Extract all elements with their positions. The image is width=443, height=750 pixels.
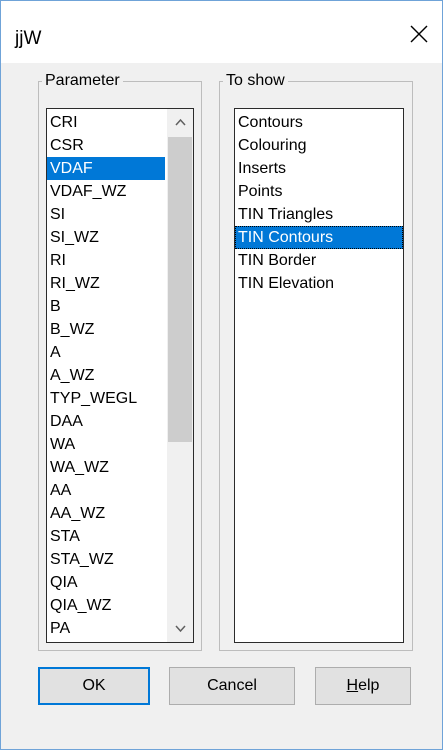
parameter-item[interactable]: A_WZ [47, 364, 165, 387]
parameter-item[interactable]: WA_WZ [47, 456, 165, 479]
parameter-list-items: CRI CSR VDAF VDAF_WZ SI SI_WZ RI RI_WZ B B_WZ A A_W… [47, 111, 165, 640]
parameter-item[interactable]: TYP_WEGL [47, 387, 165, 410]
parameter-item[interactable]: CSR [47, 134, 165, 157]
parameter-item[interactable]: QIA [47, 571, 165, 594]
parameter-item[interactable]: QIA_WZ [47, 594, 165, 617]
parameter-list[interactable]: CRI CSR VDAF VDAF_WZ SI SI_WZ RI RI_WZ B B_WZ A A_W… [46, 108, 194, 643]
parameter-item[interactable]: WA [47, 433, 165, 456]
parameter-item[interactable]: PA [47, 617, 165, 640]
parameter-item[interactable]: B [47, 295, 165, 318]
ok-button[interactable]: OK [38, 667, 150, 705]
parameter-item[interactable]: A [47, 341, 165, 364]
parameter-group-label: Parameter [42, 70, 123, 92]
chevron-up-icon [175, 118, 186, 126]
parameter-item[interactable]: SI_WZ [47, 226, 165, 249]
parameter-item[interactable]: VDAF_WZ [47, 180, 165, 203]
to-show-item[interactable]: TIN Border [235, 249, 403, 272]
help-button[interactable]: Help [315, 667, 411, 705]
to-show-list[interactable]: Contours Colouring Inserts Points TIN Triang… [234, 108, 404, 643]
to-show-item[interactable]: TIN Elevation [235, 272, 403, 295]
parameter-item[interactable]: RI_WZ [47, 272, 165, 295]
to-show-item[interactable]: TIN Triangles [235, 203, 403, 226]
parameter-item[interactable]: AA_WZ [47, 502, 165, 525]
parameter-item[interactable]: STA_WZ [47, 548, 165, 571]
dialog-window: jjW Parameter CRI CSR VDAF VDAF_WZ SI SI_WZ RI… [0, 0, 443, 750]
title-bar[interactable]: jjW [1, 1, 442, 63]
to-show-item[interactable]: TIN Contours [235, 226, 403, 249]
parameter-item[interactable]: B_WZ [47, 318, 165, 341]
parameter-item[interactable]: DAA [47, 410, 165, 433]
to-show-group-label: To show [223, 70, 288, 92]
window-title: jjW [15, 28, 42, 49]
parameter-item[interactable]: CRI [47, 111, 165, 134]
parameter-item[interactable]: AA [47, 479, 165, 502]
to-show-list-items: Contours Colouring Inserts Points TIN Triang… [235, 111, 403, 295]
close-icon [410, 25, 428, 43]
parameter-scrollbar[interactable] [167, 109, 193, 642]
parameter-item[interactable]: SI [47, 203, 165, 226]
to-show-item[interactable]: Inserts [235, 157, 403, 180]
scroll-down-button[interactable] [167, 616, 193, 642]
help-button-label: elp [358, 677, 380, 694]
parameter-item[interactable]: VDAF [47, 157, 165, 180]
to-show-item[interactable]: Points [235, 180, 403, 203]
scroll-up-button[interactable] [167, 109, 193, 135]
parameter-item[interactable]: STA [47, 525, 165, 548]
parameter-group: Parameter CRI CSR VDAF VDAF_WZ SI SI_WZ RI RI_W… [38, 70, 202, 651]
help-button-mnemonic: H [346, 677, 359, 694]
to-show-item[interactable]: Contours [235, 111, 403, 134]
scroll-thumb[interactable] [168, 137, 192, 442]
to-show-group: To show Contours Colouring Inserts Points TI… [219, 70, 413, 651]
close-button[interactable] [402, 17, 436, 51]
chevron-down-icon [175, 625, 186, 633]
to-show-item[interactable]: Colouring [235, 134, 403, 157]
parameter-item[interactable]: RI [47, 249, 165, 272]
cancel-button[interactable]: Cancel [169, 667, 295, 705]
